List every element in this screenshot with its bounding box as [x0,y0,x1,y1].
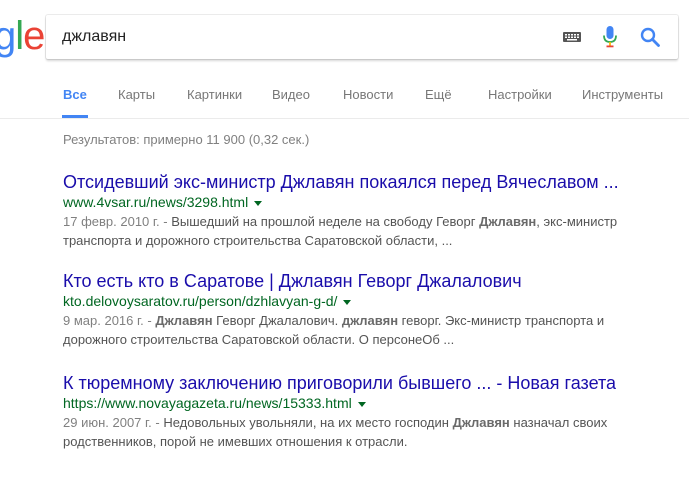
snippet-text: Недовольных увольняли, на их место госпо… [163,415,453,430]
snippet-highlight: Джлавян [155,313,213,328]
result-snippet: 9 мар. 2016 г. - Джлавян Геворг Джалалов… [63,311,653,349]
logo-letter-l: l [15,14,24,58]
logo[interactable]: gle [0,12,45,60]
search-box [46,15,678,59]
search-result: Отсидевший экс-министр Джлавян покаялся … [63,171,663,250]
result-url-line: https://www.novayagazeta.ru/news/15333.h… [63,394,663,412]
logo-letter-g: g [0,14,16,58]
snippet-text: Геворг Джалалович. [212,313,342,328]
tab-maps[interactable]: Карты [118,76,155,118]
search-tabs: Все Карты Картинки Видео Новости Ещё Нас… [0,76,689,118]
result-snippet: 17 февр. 2010 г. - Вышедший на прошлой н… [63,212,653,250]
header: gle джлавян Все Карты Картинки Видео Нов… [0,0,689,119]
url-dropdown-arrow-icon[interactable] [357,401,366,407]
snippet-text: Вышедший на прошлой неделе на свободу Ге… [171,214,480,229]
search-icon[interactable] [640,27,660,47]
tab-video[interactable]: Видео [272,76,310,118]
result-stats: Результатов: примерно 11 900 (0,32 сек.) [63,132,310,147]
search-result: К тюремному заключению приговорили бывше… [63,372,663,451]
result-url[interactable]: www.4vsar.ru/news/3298.html [63,194,248,210]
snippet-highlight: Джлавян [479,214,537,229]
logo-letter-e: e [23,14,45,58]
snippet-highlight: джлавян [341,313,399,328]
result-date: 29 июн. 2007 г. - [63,415,164,430]
result-title-link[interactable]: Отсидевший экс-министр Джлавян покаялся … [63,171,663,193]
tab-settings[interactable]: Настройки [488,76,552,118]
tab-tools[interactable]: Инструменты [582,76,663,118]
result-title-link[interactable]: К тюремному заключению приговорили бывше… [63,372,663,394]
tab-more[interactable]: Ещё [425,76,452,118]
search-input[interactable] [62,15,542,59]
result-url-line: kto.delovoysaratov.ru/person/dzhlavyan-g… [63,292,663,310]
result-date: 17 февр. 2010 г. - [63,214,172,229]
result-date: 9 мар. 2016 г. - [63,313,156,328]
search-result: Кто есть кто в Саратове | Джлавян Геворг… [63,270,663,349]
result-url[interactable]: kto.delovoysaratov.ru/person/dzhlavyan-g… [63,293,337,309]
search-results-page: gle джлавян Все Карты Картинки Видео Нов… [0,0,689,486]
tab-images[interactable]: Картинки [187,76,242,118]
snippet-highlight: Джлавян [452,415,510,430]
result-title-link[interactable]: Кто есть кто в Саратове | Джлавян Геворг… [63,270,663,292]
url-dropdown-arrow-icon[interactable] [254,200,263,206]
keyboard-icon[interactable] [563,32,581,42]
tab-all[interactable]: Все [62,76,88,118]
tab-news[interactable]: Новости [343,76,393,118]
url-dropdown-arrow-icon[interactable] [343,299,352,305]
result-url-line: www.4vsar.ru/news/3298.html [63,193,663,211]
result-url[interactable]: https://www.novayagazeta.ru/news/15333.h… [63,395,352,411]
microphone-icon[interactable] [603,26,617,48]
result-snippet: 29 июн. 2007 г. - Недовольных увольняли,… [63,413,653,451]
